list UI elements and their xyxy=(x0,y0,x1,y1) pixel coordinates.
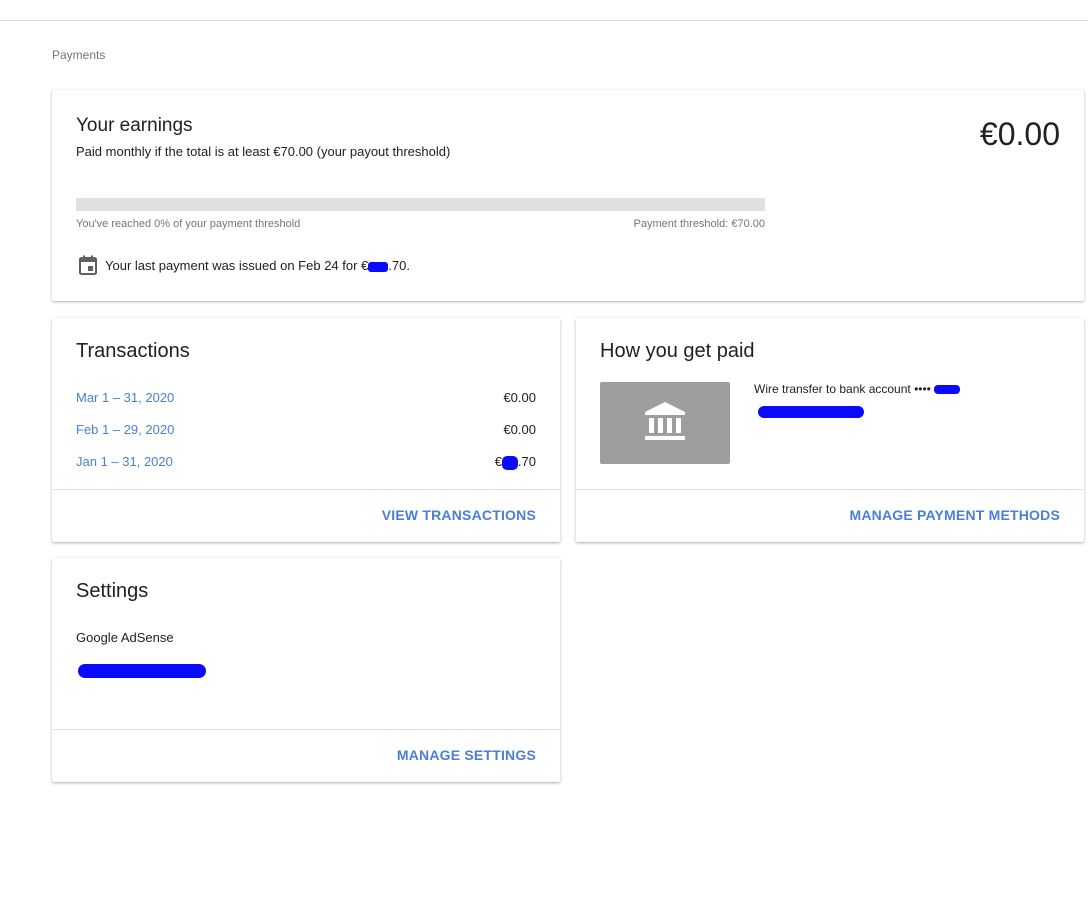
transactions-title: Transactions xyxy=(76,340,190,362)
settings-card: Settings Google AdSense MANAGE SETTINGS xyxy=(52,558,560,782)
view-transactions-button[interactable]: VIEW TRANSACTIONS xyxy=(382,507,536,523)
manage-payment-methods-button[interactable]: MANAGE PAYMENT METHODS xyxy=(849,507,1060,523)
amount-suffix: .70 xyxy=(517,454,536,469)
transaction-amount: €0.00 xyxy=(503,390,536,405)
earnings-title: Your earnings xyxy=(76,115,193,136)
transaction-row: Feb 1 – 29, 2020 €0.00 xyxy=(76,422,536,442)
earnings-card: Your earnings Paid monthly if the total … xyxy=(52,90,1084,301)
transaction-period-link[interactable]: Jan 1 – 31, 2020 xyxy=(76,454,173,469)
redacted-amount xyxy=(368,261,389,272)
bank-tile xyxy=(600,382,730,464)
redacted-account-number xyxy=(934,385,961,395)
progress-label: You've reached 0% of your payment thresh… xyxy=(76,218,301,230)
transaction-row: Mar 1 – 31, 2020 €0.00 xyxy=(76,390,536,410)
calendar-icon xyxy=(77,254,99,276)
card-divider xyxy=(52,729,560,730)
transaction-row: Jan 1 – 31, 2020 € .70 xyxy=(76,454,536,474)
card-divider xyxy=(52,489,560,490)
redacted-account-holder xyxy=(758,406,864,418)
threshold-progress-bar xyxy=(76,198,765,211)
transaction-period-link[interactable]: Feb 1 – 29, 2020 xyxy=(76,422,174,437)
card-divider xyxy=(576,489,1084,490)
payment-method-label: Wire transfer to bank account •••• xyxy=(754,382,935,396)
manage-settings-button[interactable]: MANAGE SETTINGS xyxy=(397,747,536,763)
amount-prefix: € xyxy=(494,454,502,469)
redacted-account-name xyxy=(78,664,206,678)
transaction-period-link[interactable]: Mar 1 – 31, 2020 xyxy=(76,390,174,405)
settings-product: Google AdSense xyxy=(76,630,174,645)
payment-method-card: How you get paid Wire transfer to bank a… xyxy=(576,318,1084,542)
transactions-card: Transactions Mar 1 – 31, 2020 €0.00 Feb … xyxy=(52,318,560,542)
last-payment-text: Your last payment was issued on Feb 24 f… xyxy=(105,258,410,273)
last-payment-suffix: .70. xyxy=(388,258,410,273)
payment-method-title: How you get paid xyxy=(600,340,755,362)
top-divider xyxy=(0,20,1088,21)
settings-title: Settings xyxy=(76,580,149,602)
earnings-subtitle: Paid monthly if the total is at least €7… xyxy=(76,144,451,159)
redacted-amount xyxy=(501,455,518,470)
transaction-amount: €0.00 xyxy=(503,422,536,437)
bank-icon xyxy=(642,400,688,451)
payment-method-text: Wire transfer to bank account •••• xyxy=(754,382,961,396)
breadcrumb: Payments xyxy=(52,48,106,62)
last-payment-prefix: Your last payment was issued on Feb 24 f… xyxy=(105,258,369,273)
threshold-label: Payment threshold: €70.00 xyxy=(633,218,765,230)
transaction-amount: € .70 xyxy=(495,454,536,470)
earnings-amount: €0.00 xyxy=(979,116,1060,152)
